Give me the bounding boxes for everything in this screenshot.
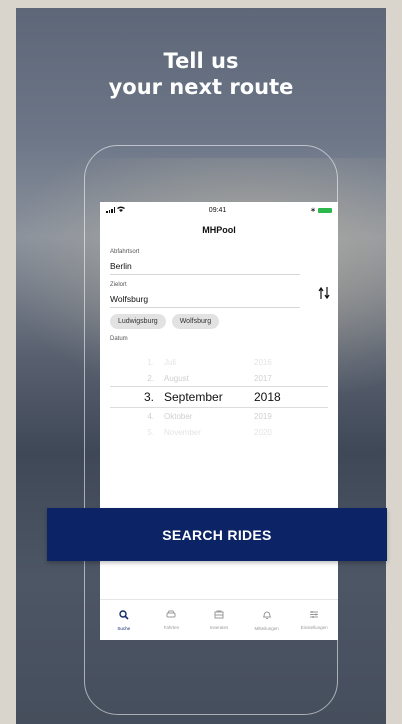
suggestion-chip[interactable]: Ludwigsburg	[110, 314, 166, 329]
search-icon	[119, 609, 129, 623]
app-title: MHPool	[202, 225, 236, 235]
date-label: Datum	[110, 336, 128, 342]
swap-vertical-icon[interactable]	[318, 286, 330, 303]
status-time: 09:41	[208, 206, 227, 214]
status-bar: 09:41 ∗	[100, 202, 338, 218]
tab-einstellungen[interactable]: Einstellungen	[290, 600, 338, 640]
headline-line-2: your next route	[108, 75, 294, 99]
date-picker[interactable]: 1. Juli 2016 2. August 2017 3. September 2018 …	[110, 354, 328, 437]
tab-fahrten[interactable]: Fahrten	[148, 600, 196, 640]
picker-row[interactable]: 2. August 2017	[110, 370, 328, 386]
wifi-icon	[117, 206, 125, 214]
picker-row[interactable]: 1. Juli 2016	[110, 354, 328, 370]
search-rides-button[interactable]: SEARCH RIDES	[47, 508, 387, 561]
bell-icon	[262, 610, 272, 623]
listing-icon	[214, 610, 224, 622]
sliders-icon	[309, 610, 319, 622]
tab-inserates[interactable]: Inserates	[195, 600, 243, 640]
picker-row-selected[interactable]: 3. September 2018	[110, 386, 328, 408]
headline: Tell us your next route	[16, 48, 386, 100]
picker-row[interactable]: 5. November 2020	[110, 424, 328, 440]
search-form: Abfahrtsort Berlin Zielort Wolfsburg Lud…	[100, 249, 338, 437]
car-icon	[166, 610, 176, 622]
suggestion-chip[interactable]: Wolfsburg	[171, 314, 220, 329]
headline-line-1: Tell us	[163, 49, 239, 73]
tab-suche[interactable]: Suche	[100, 600, 148, 640]
destination-field[interactable]: Wolfsburg	[110, 288, 300, 308]
phone-screen: 09:41 ∗ MHPool Abfahrtsort Berlin Zielor…	[100, 202, 338, 640]
signal-icon	[106, 207, 115, 213]
departure-field[interactable]: Berlin	[110, 255, 300, 275]
tab-bar: Suche Fahrten Inserates Mitteilungen Ein…	[100, 599, 338, 640]
tab-mitteilungen[interactable]: Mitteilungen	[243, 600, 291, 640]
picker-row[interactable]: 4. Oktober 2019	[110, 408, 328, 424]
suggestion-chips: Ludwigsburg Wolfsburg	[110, 314, 328, 329]
battery-icon	[318, 207, 332, 213]
bluetooth-icon: ∗	[310, 207, 316, 214]
